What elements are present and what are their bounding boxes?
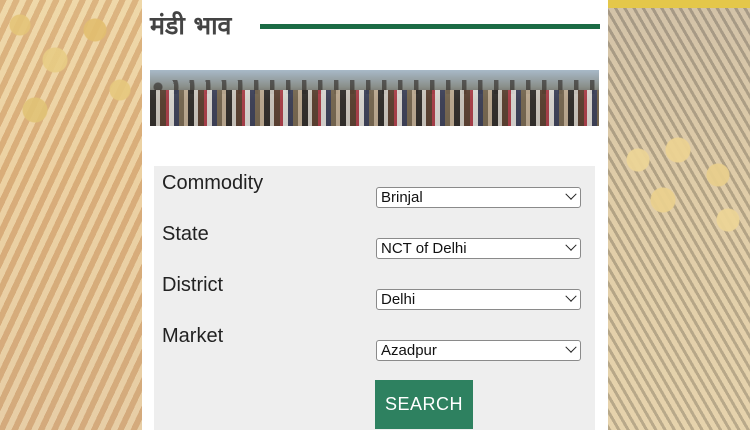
state-row: State NCT of Delhi — [154, 223, 595, 263]
chevron-down-icon — [565, 239, 577, 251]
search-button[interactable]: SEARCH — [375, 380, 473, 429]
state-select[interactable]: NCT of Delhi — [376, 238, 581, 259]
header: मंडी भाव — [150, 6, 600, 46]
state-label: State — [162, 223, 209, 245]
title-divider — [260, 24, 600, 29]
commodity-label: Commodity — [162, 172, 264, 194]
grain-background-left — [0, 0, 142, 430]
state-value: NCT of Delhi — [381, 240, 467, 257]
commodity-row: Commodity Brinjal — [154, 172, 595, 212]
chevron-down-icon — [565, 341, 577, 353]
chevron-down-icon — [565, 290, 577, 302]
market-select[interactable]: Azadpur — [376, 340, 581, 361]
banner-crowd — [150, 90, 599, 126]
market-banner-image — [150, 70, 599, 126]
search-form: Commodity Brinjal State NCT of Delhi Dis… — [154, 166, 595, 430]
commodity-value: Brinjal — [381, 189, 423, 206]
district-select[interactable]: Delhi — [376, 289, 581, 310]
commodity-select[interactable]: Brinjal — [376, 187, 581, 208]
district-row: District Delhi — [154, 274, 595, 314]
district-label: District — [162, 274, 224, 296]
main-content: मंडी भाव Commodity Brinjal State NCT of … — [142, 0, 608, 430]
background-top-strip — [608, 0, 750, 8]
market-label: Market — [162, 325, 224, 347]
market-row: Market Azadpur — [154, 325, 595, 365]
district-value: Delhi — [381, 291, 416, 308]
chevron-down-icon — [565, 188, 577, 200]
grain-background-right — [608, 0, 750, 430]
market-value: Azadpur — [381, 342, 437, 359]
page-title: मंडी भाव — [150, 11, 232, 40]
